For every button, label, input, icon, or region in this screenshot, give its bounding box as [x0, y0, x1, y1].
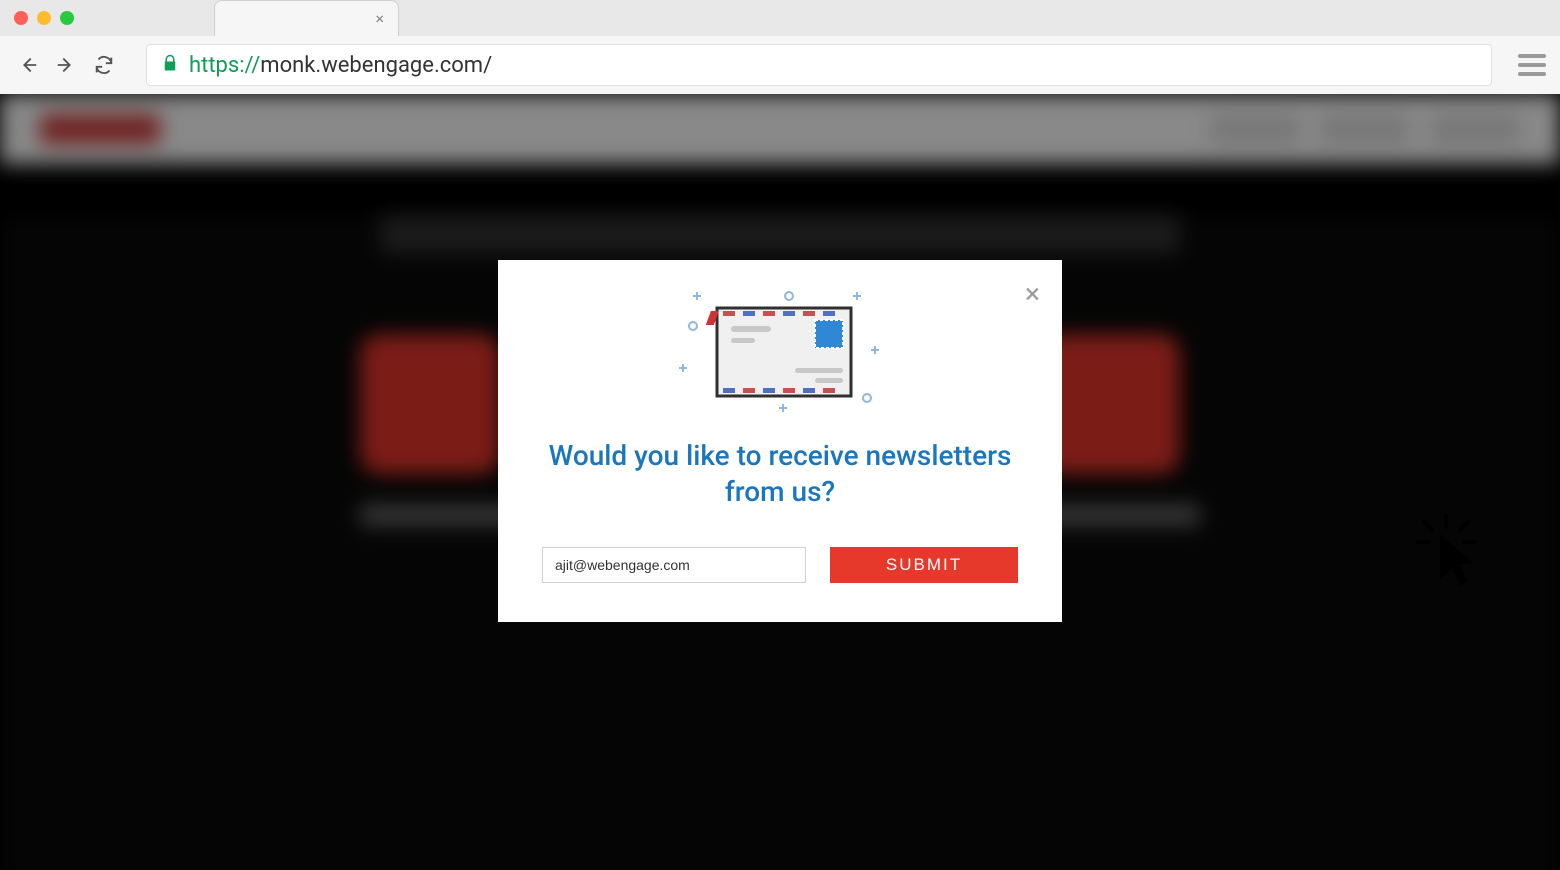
arrow-left-icon: [17, 54, 39, 76]
arrow-right-icon: [55, 54, 77, 76]
tab-close-icon[interactable]: ×: [375, 9, 384, 28]
submit-button[interactable]: SUBMIT: [830, 547, 1018, 583]
url-text: https://monk.webengage.com/: [189, 53, 492, 78]
cursor-click-illustration-icon: [1416, 514, 1476, 594]
modal-close-button[interactable]: ×: [1025, 280, 1040, 308]
lock-icon: [161, 54, 179, 76]
menu-button[interactable]: [1518, 54, 1546, 76]
window-close-button[interactable]: [14, 11, 28, 25]
window-maximize-button[interactable]: [60, 11, 74, 25]
modal-overlay: ×: [0, 94, 1560, 870]
newsletter-modal: ×: [498, 260, 1062, 622]
hamburger-icon: [1518, 54, 1546, 58]
browser-tab[interactable]: ×: [214, 0, 399, 36]
window-traffic-lights: [14, 11, 74, 25]
browser-toolbar: https://monk.webengage.com/: [0, 36, 1560, 94]
window-minimize-button[interactable]: [37, 11, 51, 25]
email-input[interactable]: [542, 547, 806, 583]
address-bar[interactable]: https://monk.webengage.com/: [146, 44, 1492, 86]
browser-chrome: × https://monk.webengage.com/: [0, 0, 1560, 94]
envelope-illustration-icon: [675, 286, 885, 416]
tab-bar: ×: [0, 0, 1560, 36]
forward-button[interactable]: [52, 51, 80, 79]
page-content: ×: [0, 94, 1560, 870]
back-button[interactable]: [14, 51, 42, 79]
newsletter-form: SUBMIT: [542, 547, 1018, 583]
reload-button[interactable]: [90, 51, 118, 79]
modal-title: Would you like to receive newsletters fr…: [542, 438, 1018, 511]
reload-icon: [93, 54, 115, 76]
